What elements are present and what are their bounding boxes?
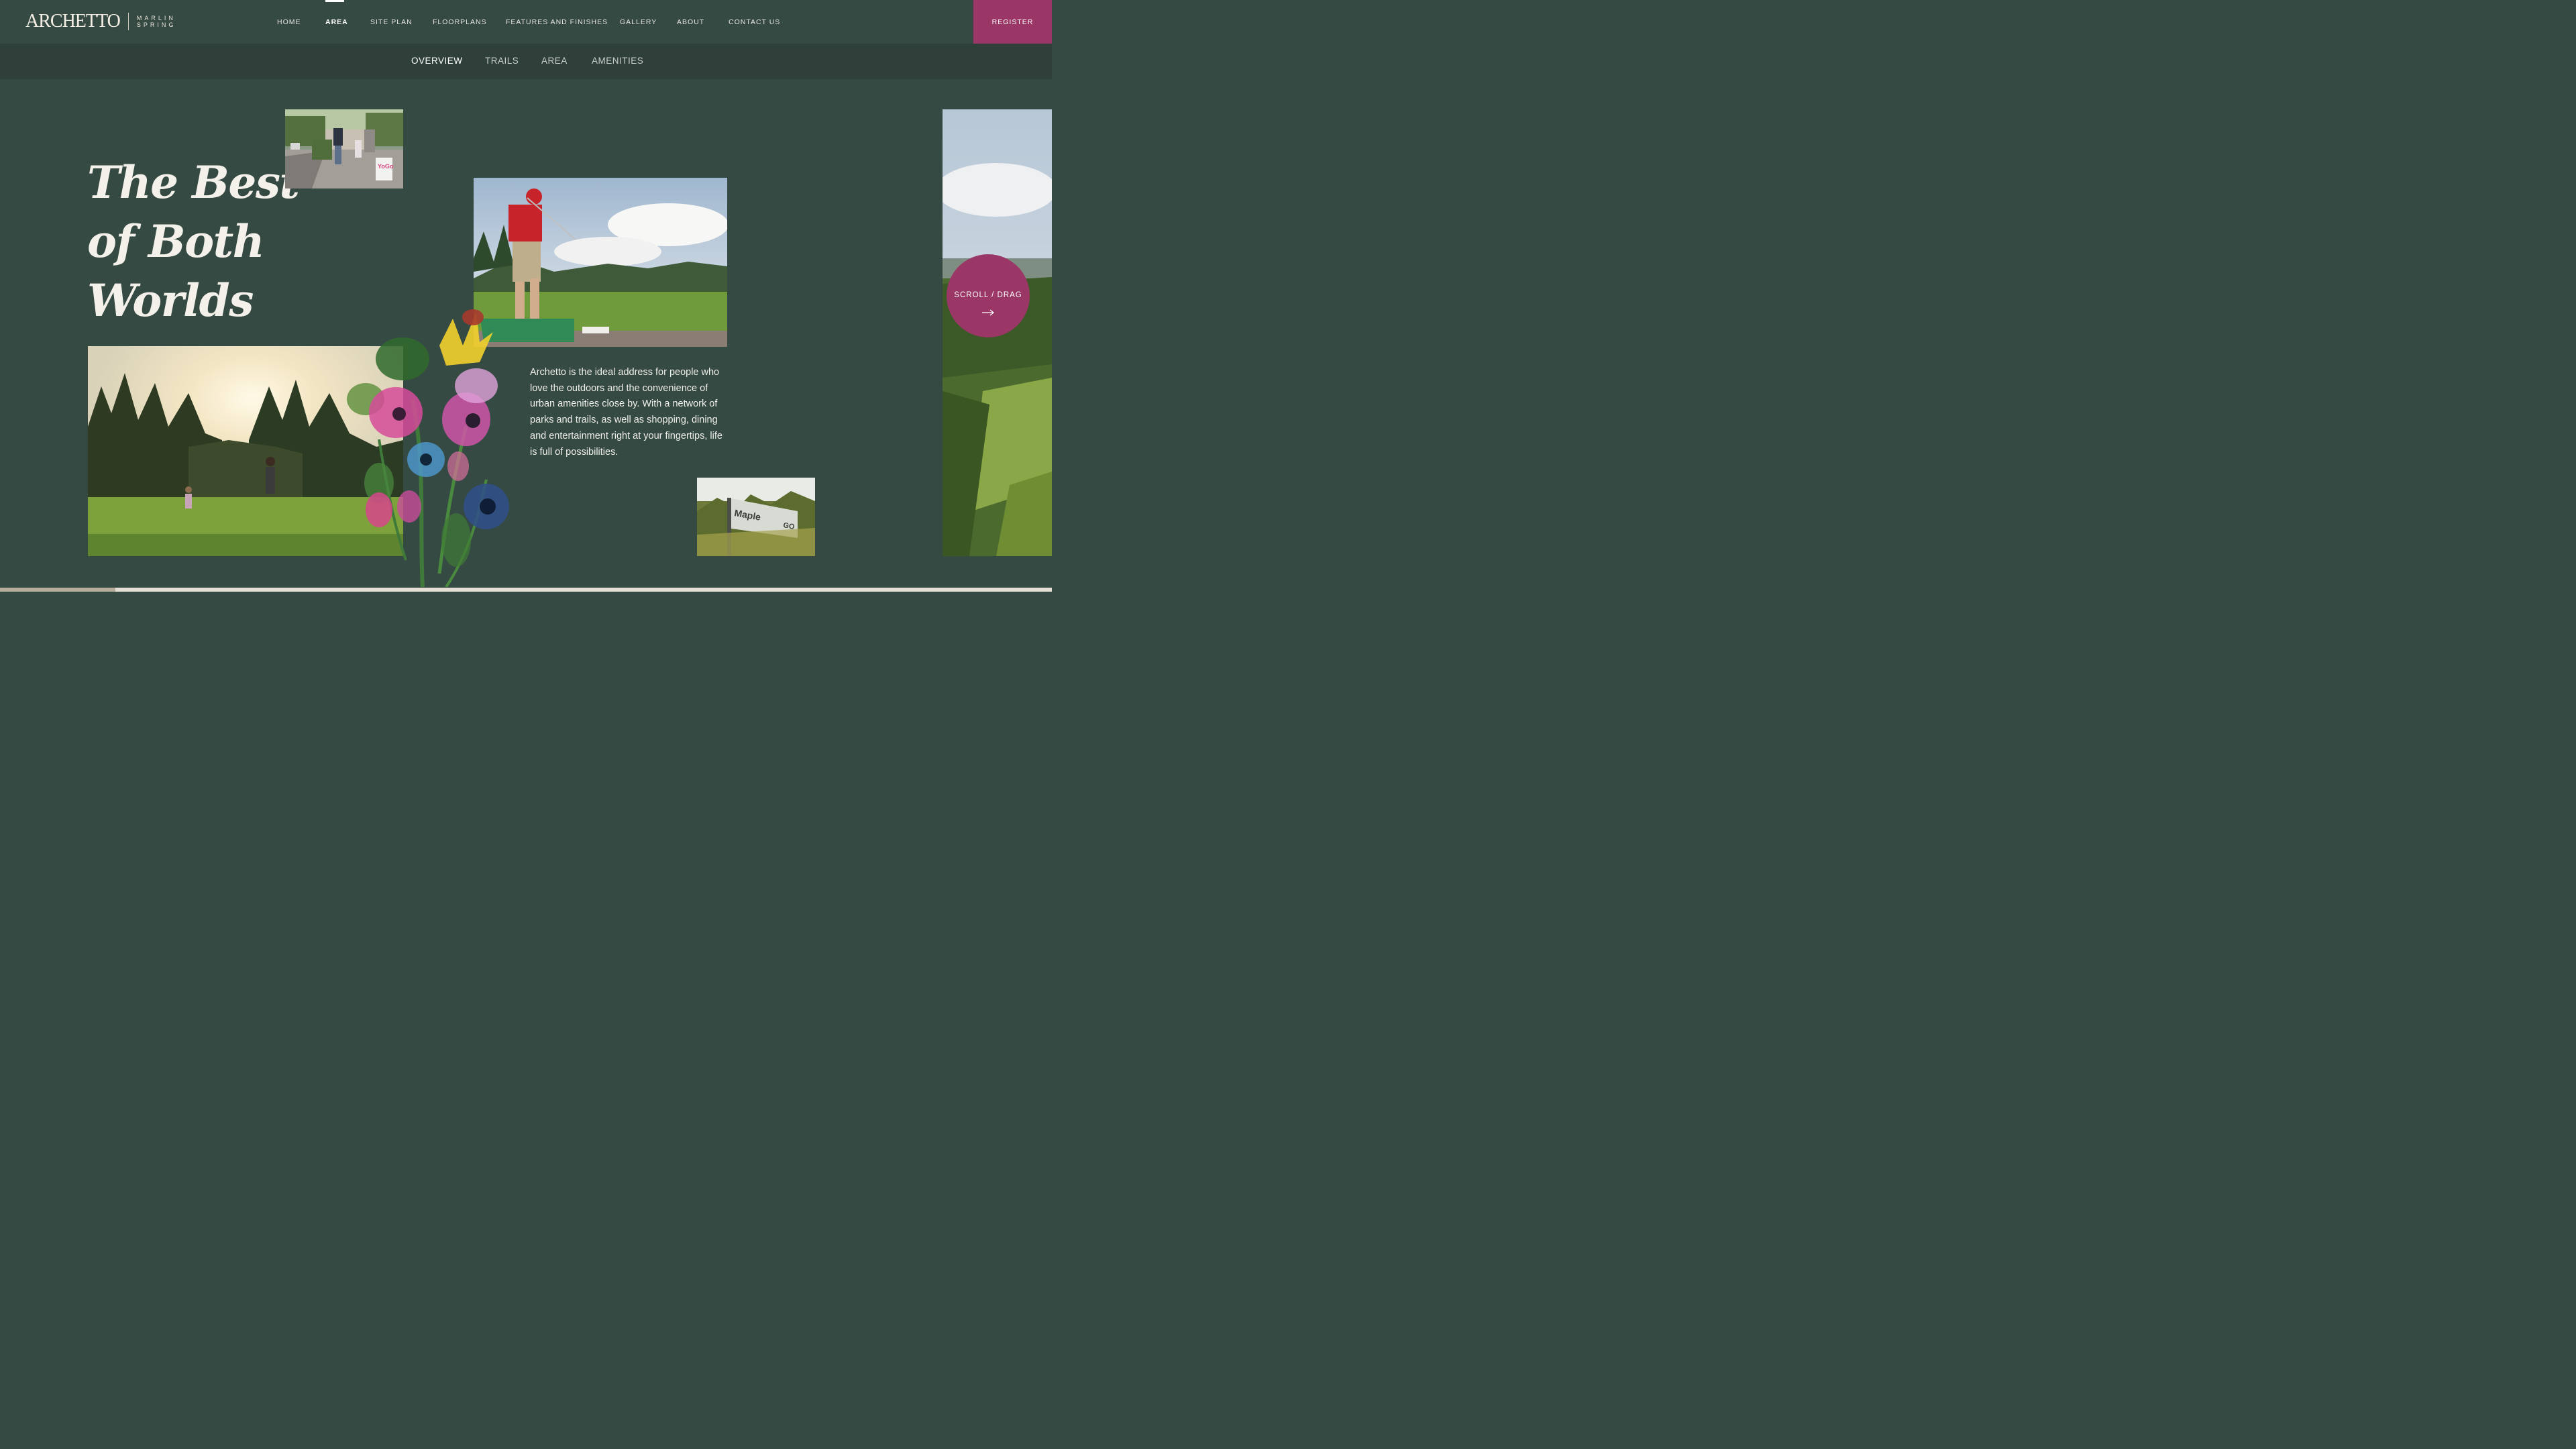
yogo-sign-text: YoGo: [378, 163, 394, 170]
section-subnav: OVERVIEW TRAILS AREA AMENITIES: [0, 44, 1052, 79]
top-navigation: ARCHETTO MARLIN SPRING HOME AREA SITE PL…: [0, 0, 1052, 44]
nav-features-and-finishes[interactable]: FEATURES AND FINISHES: [506, 18, 608, 26]
subnav-trails[interactable]: TRAILS: [485, 56, 519, 66]
headline-line-1: The Best: [87, 156, 300, 209]
intro-paragraph: Archetto is the ideal address for people…: [530, 367, 722, 458]
scroll-drag-button[interactable]: SCROLL / DRAG: [947, 254, 1030, 337]
active-nav-indicator: [325, 0, 344, 2]
headline-line-2: of Both Worlds: [87, 215, 265, 327]
photo-family-street: YoGo: [285, 109, 403, 189]
subnav-area[interactable]: AREA: [541, 56, 568, 66]
photo-maple-go-sign: Maple GO: [697, 478, 815, 556]
nav-floorplans[interactable]: FLOORPLANS: [433, 18, 487, 26]
subnav-amenities[interactable]: AMENITIES: [592, 56, 643, 66]
subnav-overview[interactable]: OVERVIEW: [411, 56, 463, 66]
progress-fill: [0, 588, 116, 592]
main-nav: HOME AREA SITE PLAN FLOORPLANS FEATURES …: [0, 0, 1052, 44]
nav-home[interactable]: HOME: [277, 18, 301, 26]
scroll-drag-label: SCROLL / DRAG: [954, 291, 1022, 299]
nav-gallery[interactable]: GALLERY: [620, 18, 657, 26]
photo-golfer: [474, 178, 727, 347]
nav-about[interactable]: ABOUT: [677, 18, 704, 26]
nav-area[interactable]: AREA: [325, 18, 348, 26]
arrow-right-icon: [982, 309, 994, 316]
horizontal-scroll-progress[interactable]: [0, 588, 1052, 592]
nav-contact-us[interactable]: CONTACT US: [729, 18, 780, 26]
nav-site-plan[interactable]: SITE PLAN: [370, 18, 413, 26]
watercolor-flowers-illustration: [339, 305, 510, 588]
register-button[interactable]: REGISTER: [973, 0, 1052, 44]
